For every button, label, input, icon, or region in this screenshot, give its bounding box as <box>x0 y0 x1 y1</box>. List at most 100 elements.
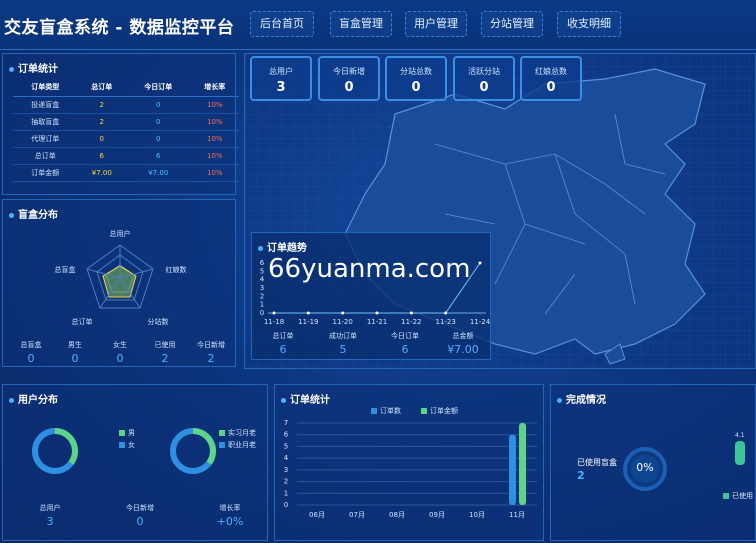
box-distribution-panel: 盲盒分布 总用户 红娘数 分站数 总订单 总盲盒 总盲盒 0 男生 0 女生 0 已使… <box>2 199 236 367</box>
y-tick-label: 3 <box>260 284 264 292</box>
trend-stat-amount: 总金额 ¥7.00 <box>447 332 479 356</box>
trend-point <box>444 311 448 315</box>
y-tick-label: 2 <box>260 292 264 300</box>
x-tick-label: 11-23 <box>435 318 455 326</box>
stat-total-box: 总盲盒 0 <box>20 341 42 365</box>
nav-station-manage[interactable]: 分站管理 <box>481 11 543 37</box>
nav-box-manage[interactable]: 盲盒管理 <box>330 11 392 37</box>
y-tick-label: 1 <box>284 489 288 497</box>
stat-total-users: 总用户 3 <box>250 56 312 101</box>
legend-female: 女 <box>119 440 135 450</box>
y-tick-label: 0 <box>284 501 288 509</box>
col-header: 今日订单 <box>125 78 191 97</box>
nav-user-manage[interactable]: 用户管理 <box>405 11 467 37</box>
table-row: 代理订单 0 0 10% <box>13 130 239 148</box>
completion-panel: 完成情况 已使用盲盒 2 0% 4.1 已使用 <box>550 384 756 541</box>
x-tick-label: 11-19 <box>298 318 318 326</box>
col-header: 总订单 <box>77 78 126 97</box>
y-tick-label: 6 <box>260 259 265 267</box>
nav-finance[interactable]: 收支明细 <box>557 11 621 37</box>
order-stats-panel: 订单统计 订单类型 总订单 今日订单 增长率 投递盲盒 2 0 10% 抽取盲盒… <box>2 53 239 195</box>
trend-stat-today: 今日订单 6 <box>391 332 419 356</box>
table-row: 总订单 6 6 10% <box>13 147 239 165</box>
x-tick-label: 11-24 <box>470 318 491 326</box>
order-chart-panel: 订单统计 订单数 订单金额 0 1 2 3 4 5 6 7 06月 07月 08月 09月 10月 11月 <box>274 384 544 541</box>
bar-order-count <box>509 434 516 505</box>
trend-point <box>409 311 413 315</box>
nav-home[interactable]: 后台首页 <box>250 11 314 37</box>
radar-label: 总用户 <box>110 229 131 238</box>
user-distribution-panel: 用户分布 男 女 实习月老 职业月老 总用户 3 今日新增 0 增长率 +0% <box>2 384 268 541</box>
completion-title: 完成情况 <box>557 391 606 406</box>
y-tick-label: 5 <box>260 267 264 275</box>
trend-point <box>341 311 345 315</box>
table-row: 抽取盲盒 2 0 10% <box>13 113 239 131</box>
x-tick-label: 11-22 <box>401 318 421 326</box>
bar-order-amount <box>519 423 526 505</box>
trend-stat-total: 总订单 6 <box>272 332 294 356</box>
used-box-value: 2 <box>577 469 585 482</box>
y-tick-label: 5 <box>284 442 288 450</box>
trend-point <box>306 311 310 315</box>
order-stats-title: 订单统计 <box>9 60 58 75</box>
col-header: 订单类型 <box>13 78 78 97</box>
x-tick-label: 11月 <box>509 511 525 519</box>
x-tick-label: 06月 <box>309 511 325 519</box>
donut-role-green <box>192 428 216 465</box>
stat-female: 女生 0 <box>113 341 127 365</box>
table-row: 订单金额 ¥7.00 ¥7.00 10% <box>13 164 239 182</box>
radar-label: 总订单 <box>72 317 93 326</box>
order-stats-table: 订单类型 总订单 今日订单 增长率 投递盲盒 2 0 10% 抽取盲盒 2 0 … <box>13 78 239 182</box>
order-bar-chart: 0 1 2 3 4 5 6 7 06月 07月 08月 09月 10月 11月 <box>284 419 537 519</box>
legend-used: 已使用 <box>723 491 753 501</box>
user-stat-new: 今日新增 0 <box>126 504 154 528</box>
trend-point <box>375 311 379 315</box>
stat-station-total: 分站总数 0 <box>385 56 447 101</box>
user-stat-total: 总用户 3 <box>39 504 61 528</box>
x-tick-label: 11-20 <box>332 318 352 326</box>
used-box-label: 已使用盲盒 <box>577 458 617 467</box>
x-tick-label: 11-21 <box>367 318 387 326</box>
y-tick-label: 2 <box>284 478 288 486</box>
bullet-icon <box>9 66 14 72</box>
stat-used: 已使用 2 <box>154 341 176 365</box>
y-tick-label: 0 <box>260 309 264 317</box>
x-tick-label: 09月 <box>429 511 445 519</box>
order-trend-panel: 订单趋势 0 1 2 3 4 5 6 11-18 11-19 11-20 11-21 11-22 11-… <box>251 232 491 360</box>
legend-pro: 职业月老 <box>219 440 256 450</box>
trend-point <box>272 311 276 315</box>
trend-stat-success: 成功订单 5 <box>329 332 357 356</box>
y-tick-label: 3 <box>284 466 288 474</box>
x-tick-label: 07月 <box>349 511 365 519</box>
legend-male: 男 <box>119 428 135 438</box>
stat-active-station: 活跃分站 0 <box>453 56 515 101</box>
radar-label: 红娘数 <box>166 265 187 274</box>
y-tick-label: 4 <box>284 454 289 462</box>
page-title: 交友盲盒系统 - 数据监控平台 <box>4 18 235 38</box>
stat-matchmaker-total: 红娘总数 0 <box>520 56 582 101</box>
small-bar-value: 4.1 <box>735 432 745 439</box>
radar-label: 分站数 <box>148 317 169 326</box>
small-bar <box>735 441 745 465</box>
percent-value: 0% <box>636 461 654 474</box>
radar-label: 总盲盒 <box>55 265 76 274</box>
y-tick-label: 1 <box>260 301 264 309</box>
stat-male: 男生 0 <box>68 341 82 365</box>
trend-point <box>478 261 482 265</box>
y-tick-label: 6 <box>284 431 289 439</box>
stat-today-new: 今日新增 2 <box>197 341 225 365</box>
table-row: 投递盲盒 2 0 10% <box>13 96 239 114</box>
radar-chart: 总用户 红娘数 分站数 总订单 总盲盒 <box>55 229 187 326</box>
donut-gender-green <box>54 428 78 465</box>
user-stat-growth: 增长率 +0% <box>216 504 244 528</box>
y-tick-label: 4 <box>260 276 265 284</box>
y-tick-label: 7 <box>284 419 288 427</box>
stat-new-today: 今日新增 0 <box>318 56 380 101</box>
x-tick-label: 11-18 <box>264 318 284 326</box>
top-bar: 交友盲盒系统 - 数据监控平台 后台首页 盲盒管理 用户管理 分站管理 收支明细 <box>0 0 756 50</box>
watermark-text: 66yuanma.com <box>268 254 471 284</box>
bullet-icon <box>557 397 562 403</box>
col-header: 增长率 <box>190 78 239 97</box>
legend-intern: 实习月老 <box>219 428 256 438</box>
x-tick-label: 10月 <box>469 511 485 519</box>
